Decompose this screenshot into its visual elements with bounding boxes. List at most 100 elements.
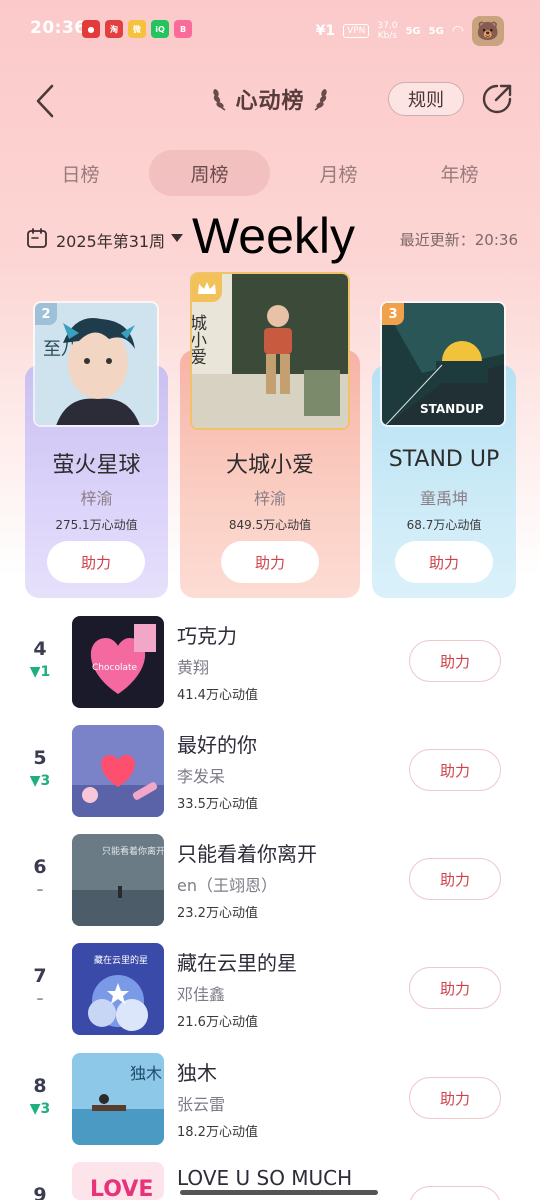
row-rank: 9: [33, 1184, 47, 1200]
cover-text: STANDUP: [420, 402, 484, 416]
podium-song-title: STAND UP: [388, 447, 500, 472]
rules-button[interactable]: 规则: [388, 82, 464, 116]
share-icon[interactable]: [480, 82, 514, 116]
crown-icon: [192, 274, 222, 302]
row-song-title: 巧克力: [177, 624, 237, 648]
row-score: 23.2万心动值: [177, 906, 258, 921]
network-speed: 37.0 Kb/s: [377, 21, 397, 41]
cover-art: 独木: [72, 1053, 164, 1145]
cover-text: 只能看着你离开: [102, 845, 164, 857]
row-rank: 7: [33, 965, 47, 987]
row-artist: 张云雷: [177, 1095, 226, 1114]
cover-art: 只能看着你离开: [72, 834, 164, 926]
cover-text: 藏在云里的星: [94, 954, 148, 966]
cell-signal-2: 5G: [429, 26, 444, 37]
table-row[interactable]: 5 ▼3 最好的你 李发呆 33.5万心动值 助力: [0, 725, 540, 834]
status-app-icons: ● 淘 微 iQ B: [82, 20, 192, 38]
cover-text: 独木: [130, 1064, 162, 1083]
boost-button[interactable]: 助力: [47, 541, 145, 583]
laurel-right-icon: [314, 89, 327, 111]
row-song-title: 只能看着你离开: [177, 842, 317, 866]
rank-change-down: ▼3: [29, 773, 51, 789]
cell-signal-2-label: 5G: [428, 25, 444, 37]
boost-button[interactable]: 助力: [409, 858, 501, 900]
row-rank: 5: [33, 747, 47, 769]
calendar-icon[interactable]: [26, 227, 48, 249]
crown-shape: [198, 282, 216, 294]
row-rank: 6: [33, 856, 47, 878]
table-row[interactable]: 6 – 只能看着你离开 只能看着你离开 en（王翊恩） 23.2万心动值 助力: [0, 834, 540, 943]
cover-art: LOVE: [72, 1162, 164, 1200]
podium-artist: 梓渝: [253, 489, 286, 508]
tab-daily[interactable]: 日榜: [20, 150, 141, 196]
rank-change-flat: –: [36, 991, 44, 1007]
status-indicators: ¥1 VPN 37.0 Kb/s 5G 5G ◠ 🐻: [316, 16, 504, 46]
tab-monthly[interactable]: 月榜: [278, 150, 399, 196]
tab-yearly[interactable]: 年榜: [399, 150, 520, 196]
podium-score: 68.7万心动值: [406, 518, 482, 532]
table-row[interactable]: 4 ▼1 Chocolate 巧克力 黄翔 41.4万心动值 助力: [0, 616, 540, 725]
table-row[interactable]: 7 – 藏在云里的星 藏在云里的星 邓佳鑫 21.6万心动值 助力: [0, 943, 540, 1052]
row-rank: 4: [33, 638, 47, 660]
album-cover[interactable]: 至八 2: [33, 301, 159, 427]
album-cover[interactable]: [72, 725, 164, 817]
row-song-title: LOVE U SO MUCH: [177, 1166, 353, 1190]
album-cover[interactable]: 城小爱: [190, 272, 350, 430]
caret-down-icon[interactable]: [171, 234, 183, 242]
shopping-icon: 淘: [105, 20, 123, 38]
podium-song-title: 萤火星球: [52, 453, 141, 478]
boost-button[interactable]: 助力: [409, 967, 501, 1009]
page-title: 心动榜: [235, 89, 305, 114]
album-cover[interactable]: 藏在云里的星: [72, 943, 164, 1035]
boost-button[interactable]: 助力: [221, 541, 319, 583]
album-cover[interactable]: LOVE: [72, 1162, 164, 1200]
status-time: 20:36: [30, 18, 87, 38]
boost-button[interactable]: 助力: [409, 749, 501, 791]
table-row[interactable]: 8 ▼3 独木 独木 张云雷 18.2万心动值 助力: [0, 1053, 540, 1162]
boost-button[interactable]: 助力: [395, 541, 493, 583]
row-song-title: 藏在云里的星: [177, 951, 297, 975]
iqiyi-icon: iQ: [151, 20, 169, 38]
back-arrow-icon[interactable]: [32, 82, 60, 120]
boost-button[interactable]: 助力: [409, 640, 501, 682]
cover-text: Chocolate: [92, 663, 137, 673]
boost-button[interactable]: 助力: [409, 1077, 501, 1119]
album-cover[interactable]: 只能看着你离开: [72, 834, 164, 926]
week-row: 2025年第31周 Weekly 最近更新：20:36: [24, 208, 524, 264]
podium-score: 275.1万心动值: [55, 518, 138, 532]
tab-weekly[interactable]: 周榜: [149, 150, 270, 196]
row-score: 18.2万心动值: [177, 1125, 258, 1140]
podium-song-title: 大城小爱: [225, 453, 314, 478]
avatar[interactable]: 🐻: [472, 16, 504, 46]
row-artist: 黄翔: [177, 658, 210, 677]
home-indicator[interactable]: [180, 1190, 378, 1195]
row-artist: 李发呆: [177, 767, 226, 786]
row-score: 21.6万心动值: [177, 1015, 258, 1030]
last-update-label: 最近更新：20:36: [399, 231, 518, 249]
boost-button[interactable]: 助力: [409, 1186, 501, 1200]
row-song-title: 最好的你: [177, 733, 257, 757]
weibo-icon: 微: [128, 20, 146, 38]
week-selector[interactable]: 2025年第31周: [56, 228, 165, 252]
row-rank: 8: [33, 1075, 47, 1097]
rank-change-down: ▼1: [29, 664, 51, 680]
cell-signal-1: 5G: [405, 26, 420, 37]
album-cover[interactable]: 独木: [72, 1053, 164, 1145]
vpn-badge: VPN: [343, 24, 370, 38]
cover-art: 藏在云里的星: [72, 943, 164, 1035]
row-score: 41.4万心动值: [177, 688, 258, 703]
podium-score: 849.5万心动值: [228, 518, 312, 532]
row-artist: 邓佳鑫: [177, 985, 226, 1004]
album-cover[interactable]: Chocolate: [72, 616, 164, 708]
laurel-left-icon: [213, 89, 226, 111]
network-speed-unit: Kb/s: [377, 31, 398, 41]
album-cover[interactable]: STANDUP 3: [380, 301, 506, 427]
rank-badge: 2: [35, 303, 57, 325]
signal-strength-icon: ¥1: [315, 23, 336, 39]
rank-change-down: ▼3: [29, 1101, 51, 1117]
podium-artist: 梓渝: [80, 489, 113, 508]
netease-music-icon: ●: [82, 20, 100, 38]
status-bar: 20:36 ● 淘 微 iQ B ¥1 VPN 37.0 Kb/s 5G 5G …: [0, 0, 540, 58]
podium-artist: 童禹坤: [419, 489, 468, 508]
weekly-overlay-text: Weekly: [192, 208, 356, 264]
